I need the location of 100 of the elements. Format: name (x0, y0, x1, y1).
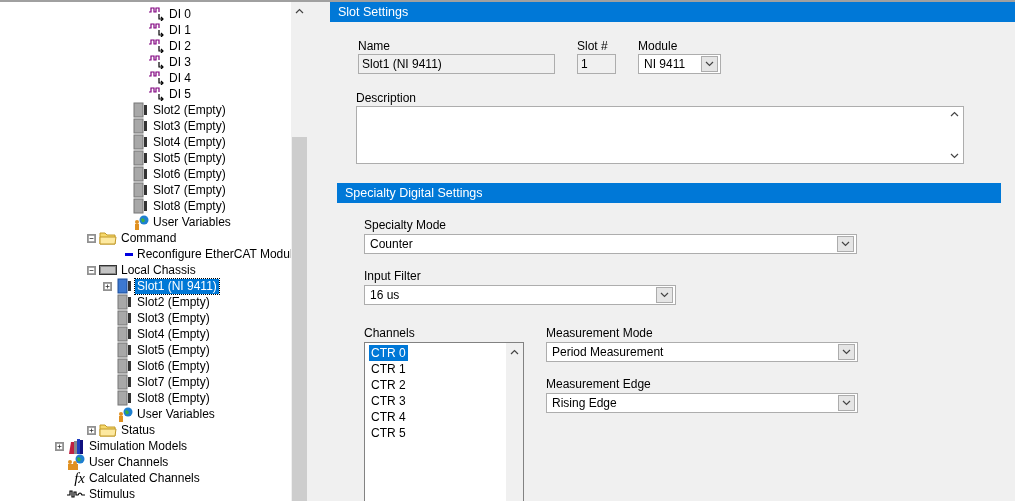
waveform-icon (67, 489, 85, 499)
expand-toggle[interactable] (55, 441, 64, 451)
section-header: Slot Settings (330, 2, 1015, 22)
module-icon (133, 134, 149, 150)
scrollbar-thumb[interactable] (292, 137, 307, 501)
collapse-toggle[interactable] (87, 265, 96, 275)
field-label: Slot # (577, 38, 609, 54)
module-icon (133, 198, 149, 214)
module-icon (117, 358, 133, 374)
tree-item[interactable]: Slot3 (Empty) (151, 118, 228, 134)
scrollbar[interactable] (291, 2, 308, 501)
tree-item[interactable]: Slot7 (Empty) (151, 182, 228, 198)
tree-item[interactable]: Stimulus (87, 486, 137, 501)
description-field[interactable] (356, 106, 964, 164)
field-label: Measurement Mode (546, 325, 654, 341)
dropdown[interactable]: Period Measurement (546, 342, 858, 362)
bar-stack-icon (67, 438, 85, 454)
field-label: Input Filter (364, 268, 422, 284)
tree-item[interactable]: Slot2 (Empty) (151, 102, 228, 118)
tree-item[interactable]: Slot6 (Empty) (135, 358, 212, 374)
tree-item[interactable]: Command (119, 230, 179, 246)
module-icon (117, 294, 133, 310)
module-icon (133, 102, 149, 118)
pulse-signal-icon (149, 55, 165, 69)
function-icon: fx (74, 469, 85, 487)
pulse-signal-icon (149, 71, 165, 85)
field-label: Measurement Edge (546, 376, 652, 392)
user-group-icon (67, 454, 85, 470)
tree-item[interactable]: DI 4 (167, 70, 193, 86)
tree-item[interactable]: Slot8 (Empty) (135, 390, 212, 406)
module-icon (133, 118, 149, 134)
tree-item[interactable]: DI 0 (167, 6, 193, 22)
tree-item[interactable]: Reconfigure EtherCAT Modul (135, 246, 291, 262)
pulse-signal-icon (149, 39, 165, 53)
tree-item[interactable]: DI 3 (167, 54, 193, 70)
pulse-signal-icon (149, 87, 165, 101)
field-label: Module (638, 38, 679, 54)
tree-item[interactable]: Calculated Channels (87, 470, 202, 486)
dropdown[interactable]: NI 9411 (638, 54, 721, 74)
tree-item[interactable]: User Variables (135, 406, 217, 422)
tree-item[interactable]: DI 2 (167, 38, 193, 54)
tree-item[interactable]: Slot8 (Empty) (151, 198, 228, 214)
dropdown[interactable]: 16 us (364, 285, 676, 305)
tree-item[interactable]: User Channels (87, 454, 171, 470)
chevron-down-icon (841, 241, 850, 247)
tree-item[interactable]: Status (119, 422, 158, 438)
chevron-down-icon (842, 400, 851, 406)
module-icon (117, 342, 133, 358)
tree-item[interactable]: Slot2 (Empty) (135, 294, 212, 310)
user-globe-icon (117, 406, 133, 422)
list-item[interactable]: CTR 4 (369, 409, 408, 425)
expand-toggle[interactable] (103, 281, 112, 291)
list-item[interactable]: CTR 5 (369, 425, 408, 441)
list-item[interactable]: CTR 0 (369, 345, 408, 361)
module-icon (133, 150, 149, 166)
chevron-up-icon (510, 349, 519, 355)
expand-toggle[interactable] (87, 425, 96, 435)
module-icon (133, 182, 149, 198)
user-globe-icon (133, 214, 149, 230)
module-icon (117, 374, 133, 390)
tree-item[interactable]: Slot4 (Empty) (135, 326, 212, 342)
section-header: Specialty Digital Settings (337, 183, 1001, 203)
folder-icon (99, 423, 117, 437)
tree-item[interactable]: Slot5 (Empty) (135, 342, 212, 358)
tree-item[interactable]: Slot7 (Empty) (135, 374, 212, 390)
folder-icon (99, 231, 117, 245)
dropdown[interactable]: Rising Edge (546, 393, 858, 413)
list-item[interactable]: CTR 1 (369, 361, 408, 377)
tree-item[interactable]: Local Chassis (119, 262, 198, 278)
tree-item[interactable]: Slot6 (Empty) (151, 166, 228, 182)
chevron-up-icon (295, 7, 304, 14)
tree-item[interactable]: User Variables (151, 214, 233, 230)
chassis-icon (99, 264, 117, 276)
module-icon (133, 166, 149, 182)
list-item[interactable]: CTR 3 (369, 393, 408, 409)
tree-item[interactable]: Slot5 (Empty) (151, 150, 228, 166)
scrollbar[interactable] (506, 343, 523, 501)
chevron-down-icon (842, 349, 851, 355)
field-label: Description (356, 90, 418, 106)
dropdown[interactable]: Counter (364, 234, 857, 254)
chevron-down-icon (660, 292, 669, 298)
field-label: Name (358, 38, 391, 54)
tree-item[interactable]: DI 5 (167, 86, 193, 102)
pulse-signal-icon (149, 23, 165, 37)
list-item[interactable]: CTR 2 (369, 377, 408, 393)
tree-item[interactable]: DI 1 (167, 22, 193, 38)
chevron-up-icon (950, 111, 959, 117)
field-label: Channels (364, 325, 416, 341)
pulse-signal-icon (149, 7, 165, 21)
module-icon (117, 310, 133, 326)
chevron-down-icon (950, 153, 959, 159)
tree-item[interactable]: Slot4 (Empty) (151, 134, 228, 150)
tree-item[interactable]: Slot1 (NI 9411) (135, 278, 219, 294)
tree-item[interactable]: Simulation Models (87, 438, 190, 454)
channel-list[interactable]: CTR 0 CTR 1 CTR 2 CTR 3 CTR 4 CTR 5 (364, 342, 524, 501)
tree-item[interactable]: Slot3 (Empty) (135, 310, 212, 326)
chevron-down-icon (705, 61, 714, 67)
field-label: Specialty Mode (364, 217, 448, 233)
dash-icon (125, 252, 133, 256)
collapse-toggle[interactable] (87, 233, 96, 243)
